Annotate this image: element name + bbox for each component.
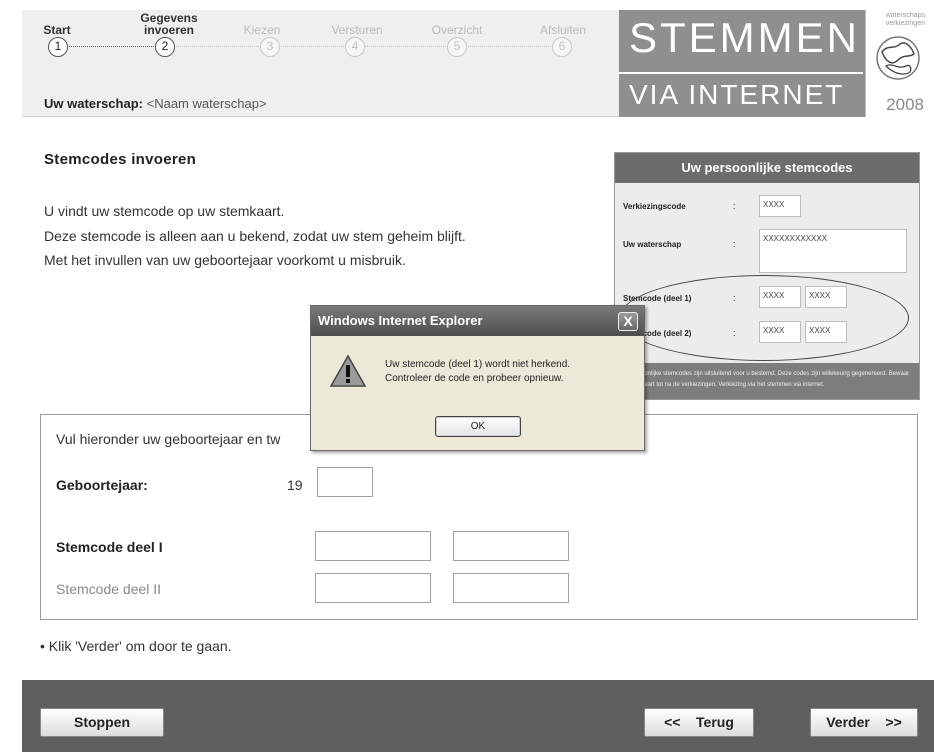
hint-text: • Klik 'Verder' om door te gaan.: [40, 638, 232, 654]
logo-side-panel: waterschaps verkiezingen 2008: [865, 10, 928, 117]
stop-button[interactable]: Stoppen: [40, 708, 164, 737]
dialog-message-line-2: Controleer de code en probeer opnieuw.: [385, 373, 564, 384]
close-icon[interactable]: X: [618, 312, 638, 331]
stemcode-1-label: Stemcode deel I: [56, 539, 163, 555]
card-title: Uw persoonlijke stemcodes: [615, 153, 919, 183]
logo-title: STEMMEN: [629, 14, 860, 61]
step-connector-5: [466, 46, 551, 47]
intro-line-1: U vindt uw stemcode op uw stemkaart.: [44, 203, 285, 219]
stemcode-2-label: Stemcode deel II: [56, 581, 162, 597]
birth-year-prefix: 19: [287, 477, 303, 493]
card-colon: :: [733, 239, 736, 249]
card-footer-note: Uw persoonlijke stemcodes zijn uitsluite…: [615, 363, 919, 399]
waterschap-value: <Naam waterschap>: [146, 96, 267, 111]
card-label-verkiezingscode: Verkiezingscode: [623, 202, 686, 211]
card-value-waterschap: XXXXXXXXXXXX: [759, 229, 907, 273]
back-arrow-icon: <<: [664, 714, 681, 730]
header: Start Gegevens invoeren Kiezen Versturen…: [22, 10, 928, 117]
step-label-versturen: Versturen: [331, 23, 383, 37]
card-value-verkiezingscode: XXXX: [759, 195, 801, 217]
map-globe-icon: [876, 36, 920, 80]
waterschap-label: Uw waterschap: <Naam waterschap>: [44, 96, 267, 111]
stemcode-highlight-ellipse: [619, 275, 909, 361]
stemcode-1b-input[interactable]: [453, 531, 569, 561]
step-label-kiezen: Kiezen: [243, 23, 281, 37]
logo-text-box: STEMMEN VIA INTERNET: [619, 10, 863, 117]
stemmen-logo: STEMMEN VIA INTERNET waterschaps verkiez…: [619, 10, 928, 117]
back-button-label: Terug: [696, 714, 734, 730]
footer-bar: Stoppen << Terug Verder >>: [22, 680, 934, 752]
step-connector-1: [66, 46, 154, 47]
step-connector-2: [174, 46, 259, 47]
back-button[interactable]: << Terug: [644, 708, 754, 737]
stemcode-2a-input[interactable]: [315, 573, 431, 603]
next-arrow-icon: >>: [885, 714, 902, 730]
step-circle-3: 3: [260, 37, 280, 57]
step-label-afsluiten: Afsluiten: [539, 23, 587, 37]
birth-year-input[interactable]: [317, 467, 373, 497]
stemcode-card: Uw persoonlijke stemcodes Verkiezingscod…: [614, 152, 920, 400]
next-button-label: Verder: [826, 714, 870, 730]
page-title: Stemcodes invoeren: [44, 151, 197, 168]
logo-year: 2008: [886, 95, 924, 114]
step-connector-4: [364, 46, 446, 47]
logo-subtitle: VIA INTERNET: [629, 79, 845, 110]
dialog-message: Uw stemcode (deel 1) wordt niet herkend.…: [385, 358, 641, 386]
birth-year-label: Geboortejaar:: [56, 477, 148, 493]
step-circle-2: 2: [155, 37, 175, 57]
step-connector-3: [279, 46, 344, 47]
step-label-start: Start: [43, 23, 71, 37]
dialog-titlebar: Windows Internet Explorer X: [311, 306, 644, 336]
warning-icon: [329, 354, 367, 387]
stemcode-2b-input[interactable]: [453, 573, 569, 603]
dialog-message-line-1: Uw stemcode (deel 1) wordt niet herkend.: [385, 359, 571, 370]
alert-dialog: Windows Internet Explorer X Uw stemcode …: [310, 305, 645, 451]
intro-line-3: Met het invullen van uw geboortejaar voo…: [44, 252, 406, 268]
intro-line-2: Deze stemcode is alleen aan u bekend, zo…: [44, 228, 466, 244]
step-circle-4: 4: [345, 37, 365, 57]
step-label-gegevens-invoeren: Gegevens invoeren: [140, 11, 198, 37]
step-circle-6: 6: [552, 37, 572, 57]
ok-button[interactable]: OK: [435, 416, 521, 437]
next-button[interactable]: Verder >>: [810, 708, 918, 737]
step-circle-1: 1: [48, 37, 68, 57]
stemcode-1a-input[interactable]: [315, 531, 431, 561]
form-instruction: Vul hieronder uw geboortejaar en tw: [56, 431, 281, 447]
logo-side-caption: waterschaps verkiezingen: [885, 12, 925, 27]
step-circle-5: 5: [447, 37, 467, 57]
card-colon: :: [733, 201, 736, 211]
card-label-waterschap: Uw waterschap: [623, 240, 682, 249]
logo-divider: [619, 72, 863, 74]
dialog-title: Windows Internet Explorer: [318, 313, 483, 328]
waterschap-caption: Uw waterschap:: [44, 96, 143, 111]
step-label-overzicht: Overzicht: [431, 23, 483, 37]
